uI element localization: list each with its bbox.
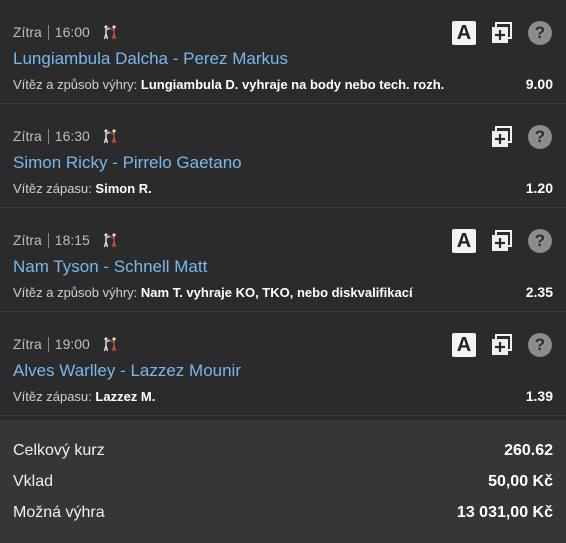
bet-item: Zítra 16:30 ? Simon Ricky - Pirrelo Gaet… [0, 104, 566, 208]
bet-time: 16:30 [54, 128, 90, 144]
stake-label: Vklad [13, 473, 54, 490]
bet-time: 16:00 [54, 24, 90, 40]
add-bet-icon[interactable] [490, 229, 514, 253]
market-label: Vítěz zápasu: [13, 181, 92, 196]
add-bet-icon[interactable] [490, 125, 514, 149]
bet-day: Zítra [13, 232, 42, 248]
bet-time: 19:00 [54, 336, 90, 352]
bet-builder-button[interactable]: A [452, 21, 476, 45]
bet-item: Zítra 19:00 A ? Alves Warlley - Lazzez M… [0, 312, 566, 416]
bet-time: 18:15 [54, 232, 90, 248]
match-title[interactable]: Nam Tyson - Schnell Matt [13, 257, 207, 277]
stake-row: Vklad 50,00 Kč [13, 473, 553, 491]
possible-win-label: Možná výhra [13, 504, 105, 521]
selection-label: Nam T. vyhraje KO, TKO, nebo diskvalifik… [140, 285, 413, 300]
bet-odd: 1.20 [525, 180, 553, 196]
market-label: Vítěz a způsob výhry: [13, 285, 138, 300]
selection-label: Lungiambula D. vyhraje na body nebo tech… [140, 77, 445, 92]
bet-meta: Zítra 18:15 [13, 232, 118, 248]
bet-actions: A ? [452, 21, 552, 45]
bet-actions: ? [490, 125, 552, 149]
total-odds-label: Celkový kurz [13, 442, 105, 459]
add-bet-icon[interactable] [490, 21, 514, 45]
bet-meta: Zítra 16:00 [13, 24, 118, 40]
selection-label: Lazzez M. [95, 389, 156, 404]
meta-divider [47, 232, 49, 248]
mma-fighters-icon [103, 129, 116, 144]
bet-list: Zítra 16:00 A ? Lungiambula Dalcha - Per… [0, 0, 566, 416]
bet-odd: 1.39 [525, 388, 553, 404]
bet-builder-button[interactable]: A [452, 229, 476, 253]
bet-day: Zítra [13, 24, 42, 40]
mma-fighters-icon [103, 337, 116, 352]
bet-market: Vítěz zápasu: Simon R. [13, 181, 152, 196]
total-odds-row: Celkový kurz 260.62 [13, 442, 553, 460]
market-label: Vítěz a způsob výhry: [13, 77, 138, 92]
bet-item: Zítra 16:00 A ? Lungiambula Dalcha - Per… [0, 0, 566, 104]
bet-meta: Zítra 19:00 [13, 336, 118, 352]
market-label: Vítěz zápasu: [13, 389, 92, 404]
bet-actions: A ? [452, 333, 552, 357]
bet-item: Zítra 18:15 A ? Nam Tyson - Schnell Matt… [0, 208, 566, 312]
help-icon[interactable]: ? [528, 21, 552, 45]
bet-day: Zítra [13, 336, 42, 352]
bet-meta: Zítra 16:30 [13, 128, 118, 144]
possible-win-row: Možná výhra 13 031,00 Kč [13, 504, 553, 522]
add-bet-icon[interactable] [490, 333, 514, 357]
match-title[interactable]: Simon Ricky - Pirrelo Gaetano [13, 153, 242, 173]
bet-market: Vítěz a způsob výhry: Nam T. vyhraje KO,… [13, 285, 413, 300]
meta-divider [47, 24, 49, 40]
stake-value[interactable]: 50,00 Kč [488, 473, 553, 491]
bet-actions: A ? [452, 229, 552, 253]
possible-win-value: 13 031,00 Kč [456, 504, 553, 521]
bet-day: Zítra [13, 128, 42, 144]
help-icon[interactable]: ? [528, 333, 552, 357]
help-icon[interactable]: ? [528, 229, 552, 253]
meta-divider [47, 336, 49, 352]
mma-fighters-icon [103, 25, 116, 40]
total-odds-value: 260.62 [504, 442, 553, 459]
match-title[interactable]: Alves Warlley - Lazzez Mounir [13, 361, 241, 381]
match-title[interactable]: Lungiambula Dalcha - Perez Markus [13, 49, 288, 69]
bet-market: Vítěz a způsob výhry: Lungiambula D. vyh… [13, 77, 444, 92]
meta-divider [47, 128, 49, 144]
bet-market: Vítěz zápasu: Lazzez M. [13, 389, 155, 404]
mma-fighters-icon [103, 233, 116, 248]
bet-odd: 2.35 [525, 284, 553, 300]
help-icon[interactable]: ? [528, 125, 552, 149]
bet-builder-button[interactable]: A [452, 333, 476, 357]
betslip: Zítra 16:00 A ? Lungiambula Dalcha - Per… [0, 0, 566, 543]
betslip-summary: Celkový kurz 260.62 Vklad 50,00 Kč Možná… [0, 420, 566, 543]
bet-odd: 9.00 [525, 76, 553, 92]
selection-label: Simon R. [95, 181, 152, 196]
